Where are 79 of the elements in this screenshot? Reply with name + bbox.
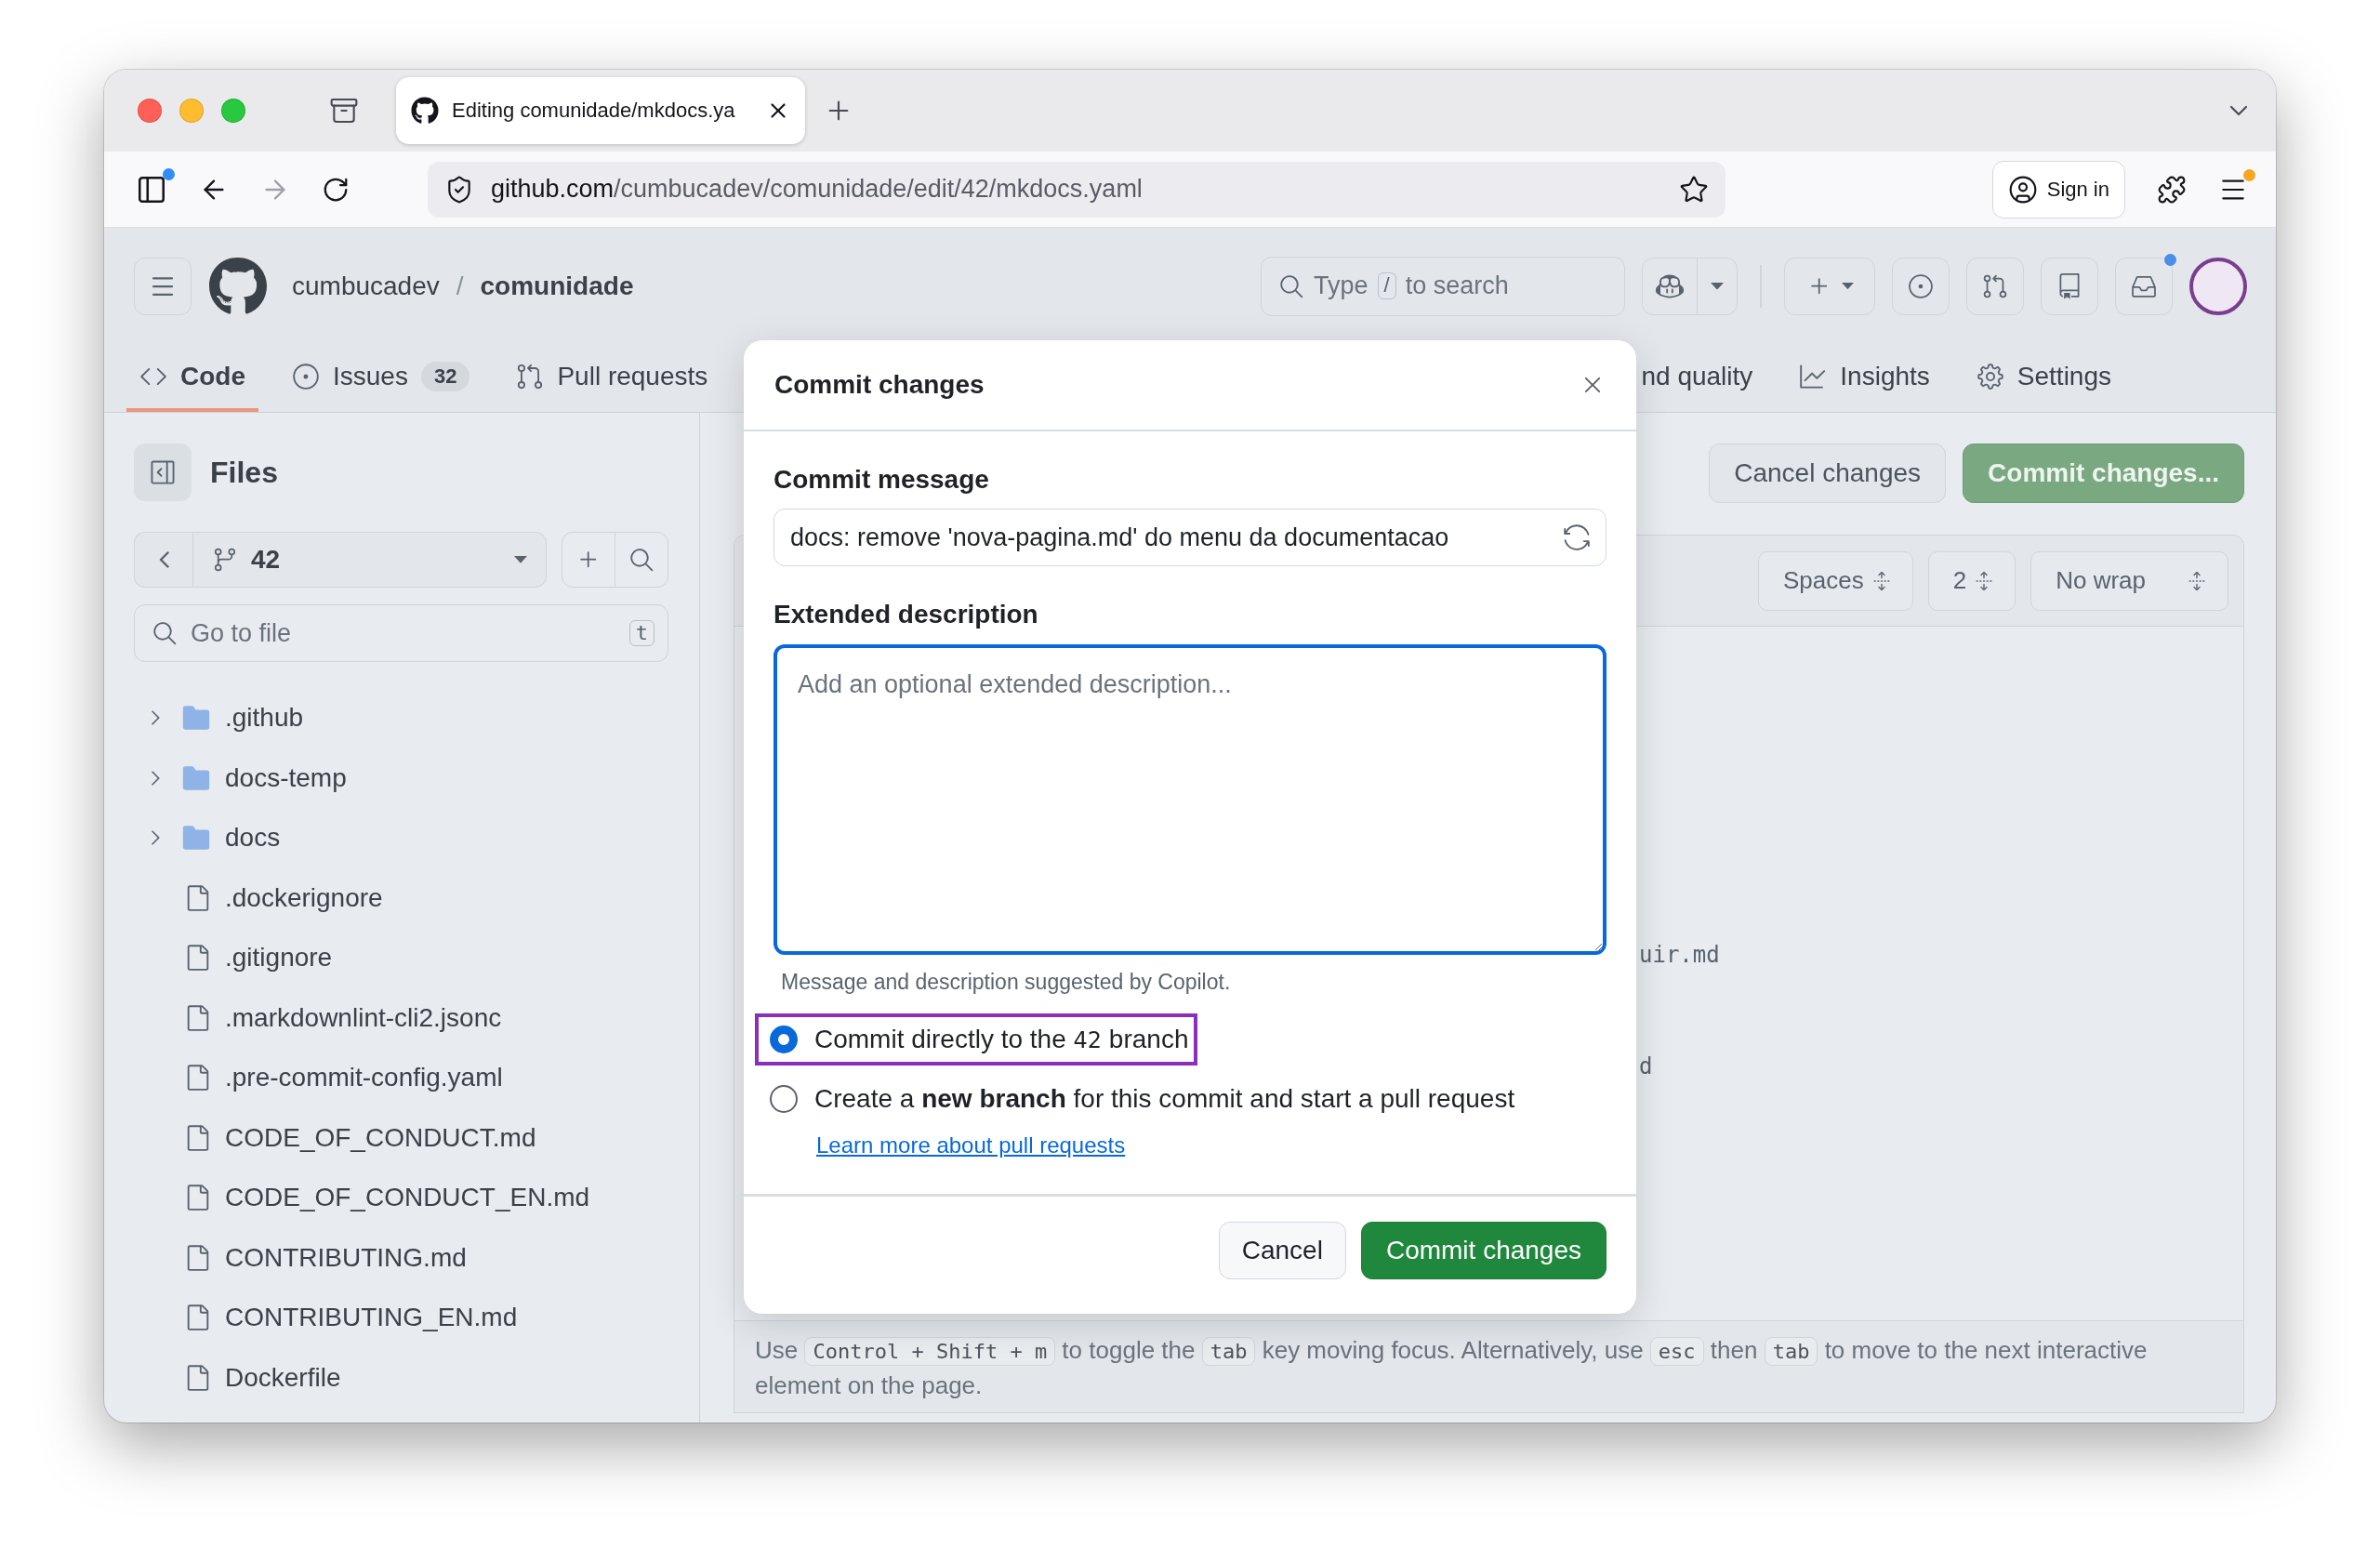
sign-in-button[interactable]: Sign in [1991, 160, 2125, 218]
file-item[interactable]: CODE_OF_CONDUCT_EN.md [134, 1168, 668, 1228]
file-item[interactable]: .dockerignore [134, 867, 668, 928]
notification-dot [2164, 253, 2176, 266]
branch-selector[interactable]: 42 [192, 532, 547, 588]
file-item[interactable]: CONTRIBUTING_EN.md [134, 1288, 668, 1348]
field-label: Extended description [774, 600, 1039, 629]
field-label: Commit message [774, 465, 990, 495]
issue-icon [1908, 272, 1934, 299]
user-icon [2007, 174, 2038, 205]
radio-option[interactable]: Create a new branch for this commit and start a pull request [755, 1073, 1525, 1125]
sidebar-title: Files [210, 455, 278, 490]
repo-owner-link[interactable]: cumbucadev [292, 271, 440, 301]
editor-select[interactable]: 2 [1927, 550, 2016, 611]
chevron-left-icon [158, 551, 169, 568]
radio-button[interactable] [770, 1026, 798, 1053]
nav-tab[interactable]: Issues 32 [279, 344, 483, 412]
keyboard-hint: Use Control + Shift + m to toggle the tab key moving focus. Alternatively, use esc then tab to move to the next interactive element on the page. [734, 1320, 2243, 1412]
caret-icon [1711, 282, 1724, 290]
file-item[interactable]: CODE_OF_CONDUCT.md [134, 1107, 668, 1168]
file-item[interactable]: .markdownlint-cli2.jsonc [134, 987, 668, 1048]
address-bar[interactable]: github.com/cumbucadev/comunidade/edit/42/mkdocs.yaml [428, 161, 1726, 218]
commit-button[interactable]: Commit changes [1360, 1222, 1606, 1279]
search-icon [152, 620, 178, 646]
pull-request-icon [1982, 272, 2008, 299]
editor-select[interactable]: No wrap [2030, 550, 2228, 611]
file-item[interactable]: .pre-commit-config.yaml [134, 1048, 668, 1108]
editor-select[interactable]: Spaces [1757, 550, 1913, 611]
nav-tab[interactable]: Pull requests [503, 344, 721, 412]
settings-icon [1976, 362, 2004, 390]
path-separator: / [456, 271, 464, 301]
notification-dot [2243, 168, 2255, 181]
refresh-icon[interactable] [1563, 523, 1591, 551]
github-logo-icon [411, 97, 439, 125]
tray-icon[interactable] [329, 96, 359, 126]
dialog-title: Commit changes [774, 370, 985, 400]
file-item[interactable]: CONTRIBUTING.md [134, 1227, 668, 1288]
commit-message-field[interactable]: docs: remove 'nova-pagina.md' do menu da documentacao [774, 509, 1606, 566]
radio-button[interactable] [770, 1085, 798, 1113]
notification-dot [163, 167, 175, 180]
search-icon [1278, 272, 1304, 299]
copilot-note: Message and description suggested by Copilot. [781, 970, 1231, 995]
collapse-sidebar-button[interactable] [134, 443, 192, 501]
folder-item[interactable]: .github [134, 688, 668, 748]
code-line: d [1639, 1052, 1653, 1081]
issue-icon [292, 362, 320, 390]
close-window-button[interactable] [138, 99, 162, 123]
learn-more-link[interactable]: Learn more about pull requests [816, 1132, 1126, 1158]
file-item[interactable]: .gitignore [134, 928, 668, 988]
caret-icon [1841, 282, 1854, 290]
cancel-changes-button[interactable]: Cancel changes [1709, 443, 1947, 503]
description-field[interactable]: Add an optional extended description... [774, 644, 1606, 955]
menu-button[interactable] [134, 257, 192, 315]
search-icon [628, 547, 654, 573]
caret-icon [514, 556, 527, 563]
file-item[interactable]: Dockerfile [134, 1347, 668, 1408]
folder-item[interactable]: docs-temp [134, 748, 668, 808]
repositories-button[interactable] [2041, 257, 2098, 315]
pull-requests-button[interactable] [1966, 257, 2024, 315]
folder-item[interactable]: docs [134, 808, 668, 868]
issues-button[interactable] [1892, 257, 1950, 315]
count-badge: 32 [420, 361, 470, 391]
code-line: uir.md [1639, 941, 1720, 970]
browser-tab[interactable]: Editing comunidade/mkdocs.ya [396, 77, 805, 144]
puzzle-icon[interactable] [2157, 174, 2187, 205]
pull-request-icon [516, 362, 545, 390]
star-icon[interactable] [1679, 174, 1709, 205]
repo-name-link[interactable]: comunidade [480, 271, 634, 301]
search-field[interactable]: Type / to search [1261, 256, 1625, 316]
nav-tab[interactable]: Settings [1963, 344, 2124, 412]
up-down-icon [2187, 570, 2207, 591]
github-logo-icon[interactable] [208, 256, 268, 316]
go-to-file-field[interactable]: Go to file t [134, 604, 668, 662]
nav-tab[interactable]: Code [126, 344, 258, 412]
cancel-button[interactable]: Cancel [1218, 1222, 1346, 1279]
nav-tab[interactable]: Insights [1786, 344, 1943, 412]
radio-option[interactable]: Commit directly to the 42 branch [755, 1013, 1198, 1066]
sidebar-icon [149, 458, 177, 486]
branch-icon [212, 547, 238, 573]
